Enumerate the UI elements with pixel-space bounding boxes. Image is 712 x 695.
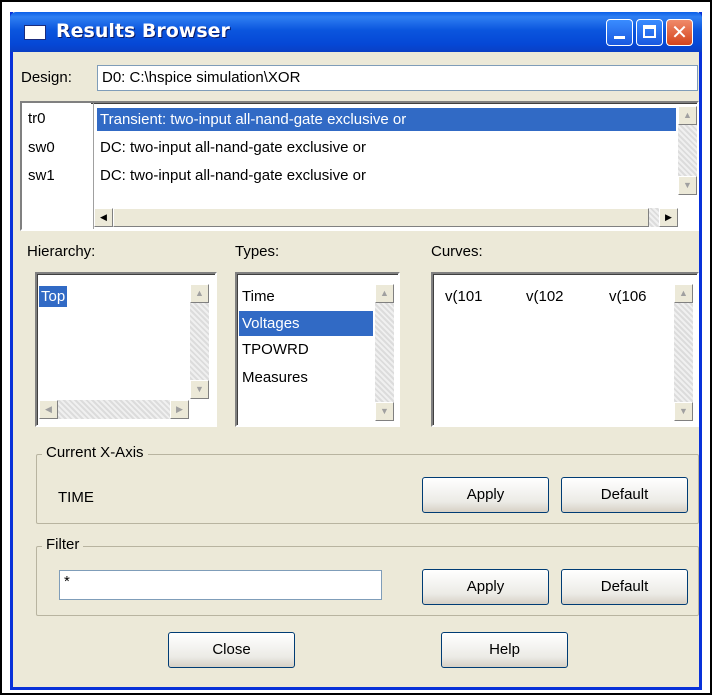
types-label: Types: bbox=[235, 243, 280, 260]
design-label: Design: bbox=[21, 69, 72, 86]
filter-input[interactable]: * bbox=[59, 570, 382, 600]
scroll-up-icon[interactable]: ▲ bbox=[375, 284, 394, 303]
scroll-left-icon[interactable]: ◀ bbox=[94, 208, 113, 227]
close-button[interactable]: Close bbox=[168, 632, 295, 668]
analysis-title-selected[interactable]: Transient: two-input all-nand-gate exclu… bbox=[97, 108, 676, 131]
scroll-up-icon[interactable]: ▲ bbox=[678, 106, 697, 125]
curve-item[interactable]: v(106 bbox=[609, 288, 647, 305]
types-item[interactable]: Measures bbox=[242, 369, 308, 386]
types-list[interactable]: Time Voltages TPOWRD Measures ▲ ▼ bbox=[235, 272, 400, 427]
results-browser-window: Results Browser ✕ Design: D0: C:\hspice … bbox=[10, 12, 702, 690]
maximize-icon bbox=[643, 25, 656, 38]
curves-label: Curves: bbox=[431, 243, 483, 260]
close-icon: ✕ bbox=[671, 20, 688, 44]
hierarchy-label: Hierarchy: bbox=[27, 243, 96, 260]
scroll-down-icon[interactable]: ▼ bbox=[190, 380, 209, 399]
scroll-up-icon[interactable]: ▲ bbox=[190, 284, 209, 303]
analysis-horizontal-scrollbar[interactable]: ◀ ▶ bbox=[94, 208, 678, 227]
filter-legend: Filter bbox=[42, 536, 84, 553]
analysis-id[interactable]: sw0 bbox=[28, 139, 55, 156]
scroll-down-icon[interactable]: ▼ bbox=[375, 402, 394, 421]
curve-item[interactable]: v(102 bbox=[526, 288, 564, 305]
scroll-down-icon[interactable]: ▼ bbox=[674, 402, 693, 421]
curve-item[interactable]: v(101 bbox=[445, 288, 483, 305]
design-field[interactable]: D0: C:\hspice simulation\XOR bbox=[97, 65, 698, 91]
hierarchy-horizontal-scrollbar[interactable]: ◀ ▶ bbox=[39, 400, 189, 419]
types-item[interactable]: TPOWRD bbox=[242, 341, 309, 358]
hierarchy-item-selected[interactable]: Top bbox=[39, 286, 68, 307]
filter-apply-button[interactable]: Apply bbox=[422, 569, 549, 605]
analysis-title[interactable]: DC: two-input all-nand-gate exclusive or bbox=[100, 167, 366, 184]
curves-list[interactable]: v(101 v(102 v(106 ▲ ▼ bbox=[431, 272, 699, 427]
analysis-id[interactable]: sw1 bbox=[28, 167, 55, 184]
analysis-vertical-scrollbar[interactable]: ▲ ▼ bbox=[678, 106, 697, 195]
scroll-left-icon[interactable]: ◀ bbox=[39, 400, 58, 419]
hierarchy-list[interactable]: Top ▲ ▼ ◀ ▶ bbox=[35, 272, 217, 427]
analysis-id[interactable]: tr0 bbox=[28, 110, 46, 127]
scroll-right-icon[interactable]: ▶ bbox=[170, 400, 189, 419]
current-x-axis-legend: Current X-Axis bbox=[42, 444, 148, 461]
analysis-id-column: tr0 sw0 sw1 bbox=[22, 103, 91, 229]
filter-default-button[interactable]: Default bbox=[561, 569, 688, 605]
current-x-axis-value: TIME bbox=[58, 489, 94, 506]
filter-value: * bbox=[64, 573, 70, 590]
help-button[interactable]: Help bbox=[441, 632, 568, 668]
analysis-title[interactable]: DC: two-input all-nand-gate exclusive or bbox=[100, 139, 366, 156]
horizontal-scroll-thumb[interactable] bbox=[113, 208, 649, 227]
window-icon bbox=[24, 25, 46, 40]
types-item-selected[interactable]: Voltages bbox=[239, 311, 373, 336]
scroll-down-icon[interactable]: ▼ bbox=[678, 176, 697, 195]
window-title: Results Browser bbox=[56, 20, 230, 42]
maximize-button[interactable] bbox=[636, 19, 663, 46]
scroll-up-icon[interactable]: ▲ bbox=[674, 284, 693, 303]
types-item[interactable]: Time bbox=[242, 288, 275, 305]
filter-group: Filter * Apply Default bbox=[36, 536, 699, 616]
design-value: D0: C:\hspice simulation\XOR bbox=[102, 69, 301, 86]
scroll-right-icon[interactable]: ▶ bbox=[659, 208, 678, 227]
hierarchy-vertical-scrollbar[interactable]: ▲ ▼ bbox=[190, 284, 209, 399]
current-x-axis-group: Current X-Axis TIME Apply Default bbox=[36, 444, 699, 524]
close-window-button[interactable]: ✕ bbox=[666, 19, 693, 46]
minimize-button[interactable] bbox=[606, 19, 633, 46]
minimize-icon bbox=[614, 36, 625, 39]
x-axis-default-button[interactable]: Default bbox=[561, 477, 688, 513]
x-axis-apply-button[interactable]: Apply bbox=[422, 477, 549, 513]
title-bar[interactable]: Results Browser ✕ bbox=[10, 12, 702, 52]
types-vertical-scrollbar[interactable]: ▲ ▼ bbox=[375, 284, 394, 421]
analysis-list[interactable]: tr0 sw0 sw1 Transient: two-input all-nan… bbox=[20, 101, 699, 231]
curves-vertical-scrollbar[interactable]: ▲ ▼ bbox=[674, 284, 693, 421]
